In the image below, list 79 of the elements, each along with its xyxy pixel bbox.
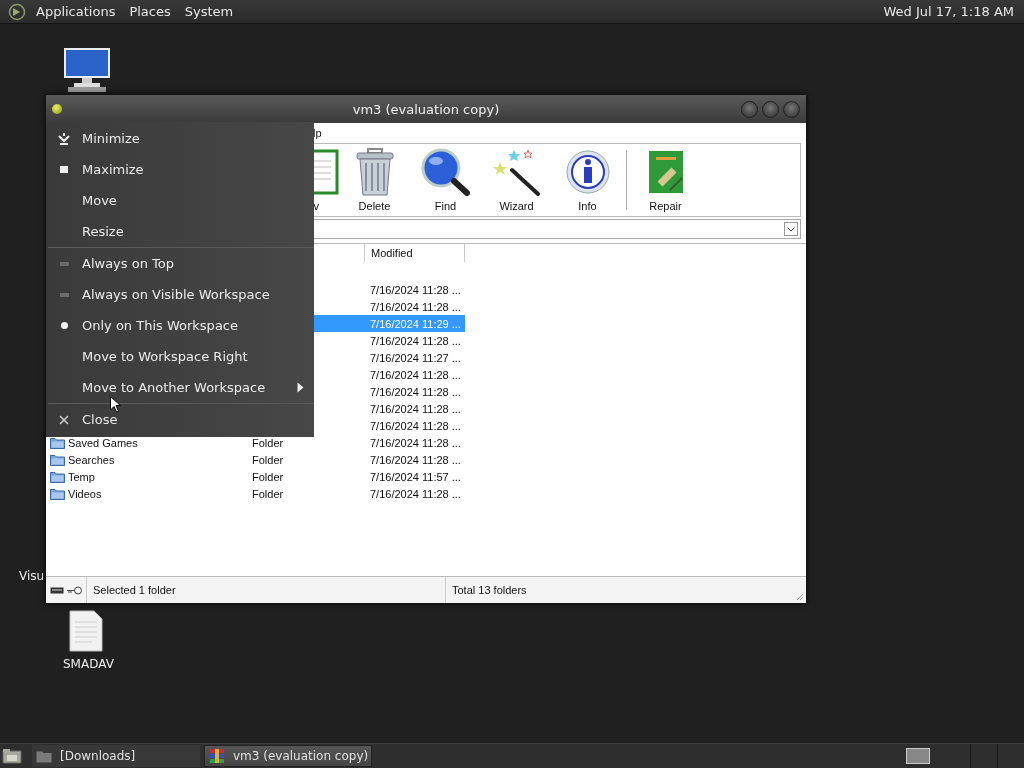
clock[interactable]: Wed Jul 17, 1:18 AM [883,4,1016,19]
table-cell: Temp [68,470,95,483]
menu-item[interactable]: Move to Another Workspace [46,372,314,403]
menu-item[interactable]: Minimize [46,123,314,154]
table-cell: 7/16/2024 11:28 ... [370,334,461,347]
key-icon [67,585,83,595]
computer-icon[interactable] [62,46,112,92]
icon-label: SMADAV [63,657,114,671]
table-cell: 7/16/2024 11:28 ... [370,300,461,313]
toolbar-button[interactable]: Info [552,148,623,212]
toolbar-button[interactable]: Find [410,148,481,212]
table-cell: Folder [252,453,284,466]
table-cell: Folder [252,487,284,500]
window-menu-button[interactable] [52,104,62,114]
file-row[interactable]: Searches Folder 7/16/2024 11:28 ... [46,451,465,468]
panel-menu[interactable]: System [180,4,238,19]
archive-icon [209,748,225,764]
chevron-down-icon [58,132,70,145]
table-cell: 7/16/2024 11:28 ... [370,453,461,466]
taskbar-button[interactable]: vm3 (evaluation copy) [204,745,372,767]
panel-menu[interactable]: Places [125,4,175,19]
menu-item[interactable]: Always on Visible Workspace [46,279,314,310]
table-cell: 7/16/2024 11:28 ... [370,436,461,449]
status-text: Total 13 folders [452,584,527,596]
info-icon [564,148,611,196]
dropdown-button[interactable] [784,222,798,236]
document-icon[interactable] [68,610,104,652]
logo-icon[interactable] [8,2,26,21]
file-row[interactable]: Temp Folder 7/16/2024 11:57 ... [46,468,465,485]
table-cell: Saved Games [68,436,138,449]
menu-item[interactable]: Maximize [46,154,314,185]
file-row[interactable]: Saved Games Folder 7/16/2024 11:28 ... [46,434,465,451]
menu-item[interactable]: Close [46,404,314,435]
folder-icon [50,487,65,500]
minimize-button[interactable] [741,100,758,118]
table-cell: Videos [68,487,102,500]
table-cell: Searches [68,453,115,466]
menu-item[interactable]: Only on This Workspace [46,310,314,341]
resize-grip-icon[interactable] [796,593,804,601]
chevron-down-icon [787,226,795,232]
panel-menu[interactable]: Applications [32,4,120,19]
table-cell: 7/16/2024 11:28 ... [370,368,461,381]
trash-can-icon [353,148,396,196]
table-cell: 7/16/2024 11:57 ... [370,470,461,483]
table-cell: 7/16/2024 11:29 ... [370,317,461,330]
table-cell: 7/16/2024 11:28 ... [370,402,461,415]
folder-icon [50,453,65,466]
magic-wand-icon [491,148,542,196]
window-title: vm3 (evaluation copy) [351,101,501,117]
icon-label: Visu [19,569,45,583]
magnifier-icon [420,148,471,196]
table-cell: Folder [252,436,284,449]
keyboard-icon [50,586,64,594]
folder-icon [50,470,65,483]
mouse-pointer-icon [110,396,121,413]
status-text: Selected 1 folder [93,584,176,596]
folder-icon [36,749,52,763]
close-button[interactable] [783,100,800,118]
submenu-arrow-icon [297,382,304,393]
table-cell: 7/16/2024 11:28 ... [370,487,461,500]
menu-item[interactable]: Move to Workspace Right [46,341,314,372]
workspace-switcher[interactable] [906,748,930,764]
folder-icon [50,436,65,449]
menu-item[interactable]: Move [46,185,314,216]
maximize-button[interactable] [762,100,779,118]
desktop-icon[interactable] [2,748,22,764]
close-icon [59,414,69,425]
menu-item[interactable]: Resize [46,216,314,247]
file-row[interactable]: Videos Folder 7/16/2024 11:28 ... [46,485,465,502]
book-icon [647,148,684,196]
menu-item[interactable]: Always on Top [46,248,314,279]
toolbar-button[interactable]: Wizard [481,148,552,212]
taskbar-button[interactable]: [Downloads] [32,745,200,767]
toolbar-button[interactable]: Delete [339,148,410,212]
menu-item[interactable]: lp [313,127,322,139]
column-header[interactable]: Modified [365,244,465,262]
toolbar-button[interactable]: Repair [630,148,701,212]
square-icon [60,166,68,173]
table-cell: Folder [252,470,284,483]
